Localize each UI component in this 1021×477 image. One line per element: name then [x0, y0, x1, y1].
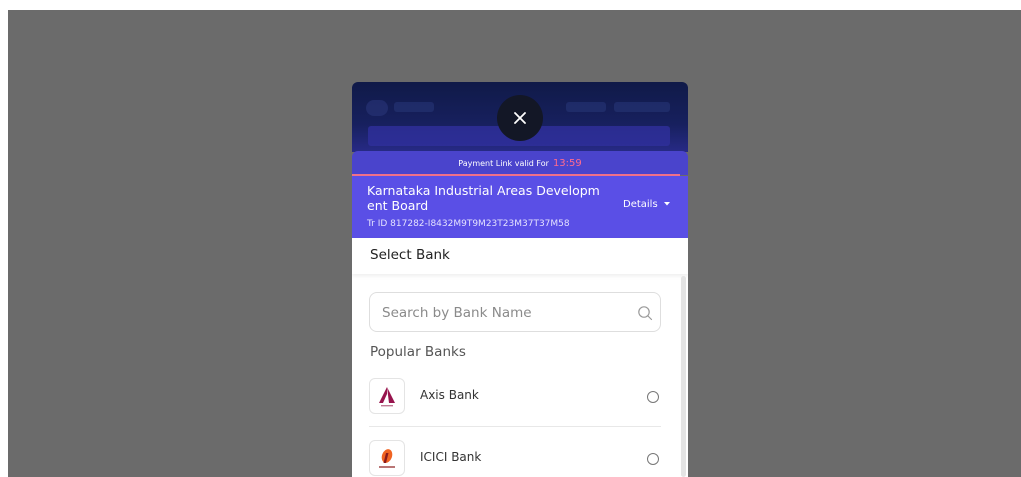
merchant-info: Karnataka Industrial Areas Developm ent …	[352, 176, 688, 238]
search-icon	[638, 306, 653, 321]
payment-timer: Payment Link valid For 13:59	[352, 151, 688, 175]
axis-bank-logo	[369, 378, 405, 414]
icici-bank-logo	[369, 440, 405, 476]
details-label: Details	[623, 199, 658, 210]
scrollbar[interactable]	[681, 276, 686, 477]
close-icon	[514, 112, 526, 124]
bank-option-icici[interactable]: ICICI Bank	[369, 431, 661, 477]
bank-radio[interactable]	[647, 391, 659, 403]
bank-option-axis[interactable]: Axis Bank	[369, 369, 661, 419]
select-bank-title: Select Bank	[370, 247, 450, 263]
transaction-id: Tr ID 817282-I8432M9T9M23T23M37T37M58	[367, 219, 570, 229]
bank-name: ICICI Bank	[420, 450, 482, 464]
bank-search	[369, 292, 661, 333]
details-toggle[interactable]: Details	[623, 199, 671, 210]
popular-banks-label: Popular Banks	[370, 344, 466, 360]
close-button[interactable]	[497, 95, 543, 141]
merchant-name: Karnataka Industrial Areas Developm ent …	[367, 183, 600, 213]
payment-modal: Payment Link valid For 13:59 Karnataka I…	[352, 82, 688, 477]
caret-down-icon	[663, 202, 670, 206]
bank-divider	[369, 426, 661, 427]
search-input[interactable]	[380, 293, 634, 333]
select-bank-sheet: Select Bank Popular Banks Axis Bank	[352, 238, 688, 477]
timer-value: 13:59	[552, 157, 582, 169]
timer-label: Payment Link valid For	[458, 158, 549, 168]
bank-name: Axis Bank	[420, 388, 479, 402]
sheet-header: Select Bank	[352, 238, 688, 274]
bank-radio[interactable]	[647, 453, 659, 465]
